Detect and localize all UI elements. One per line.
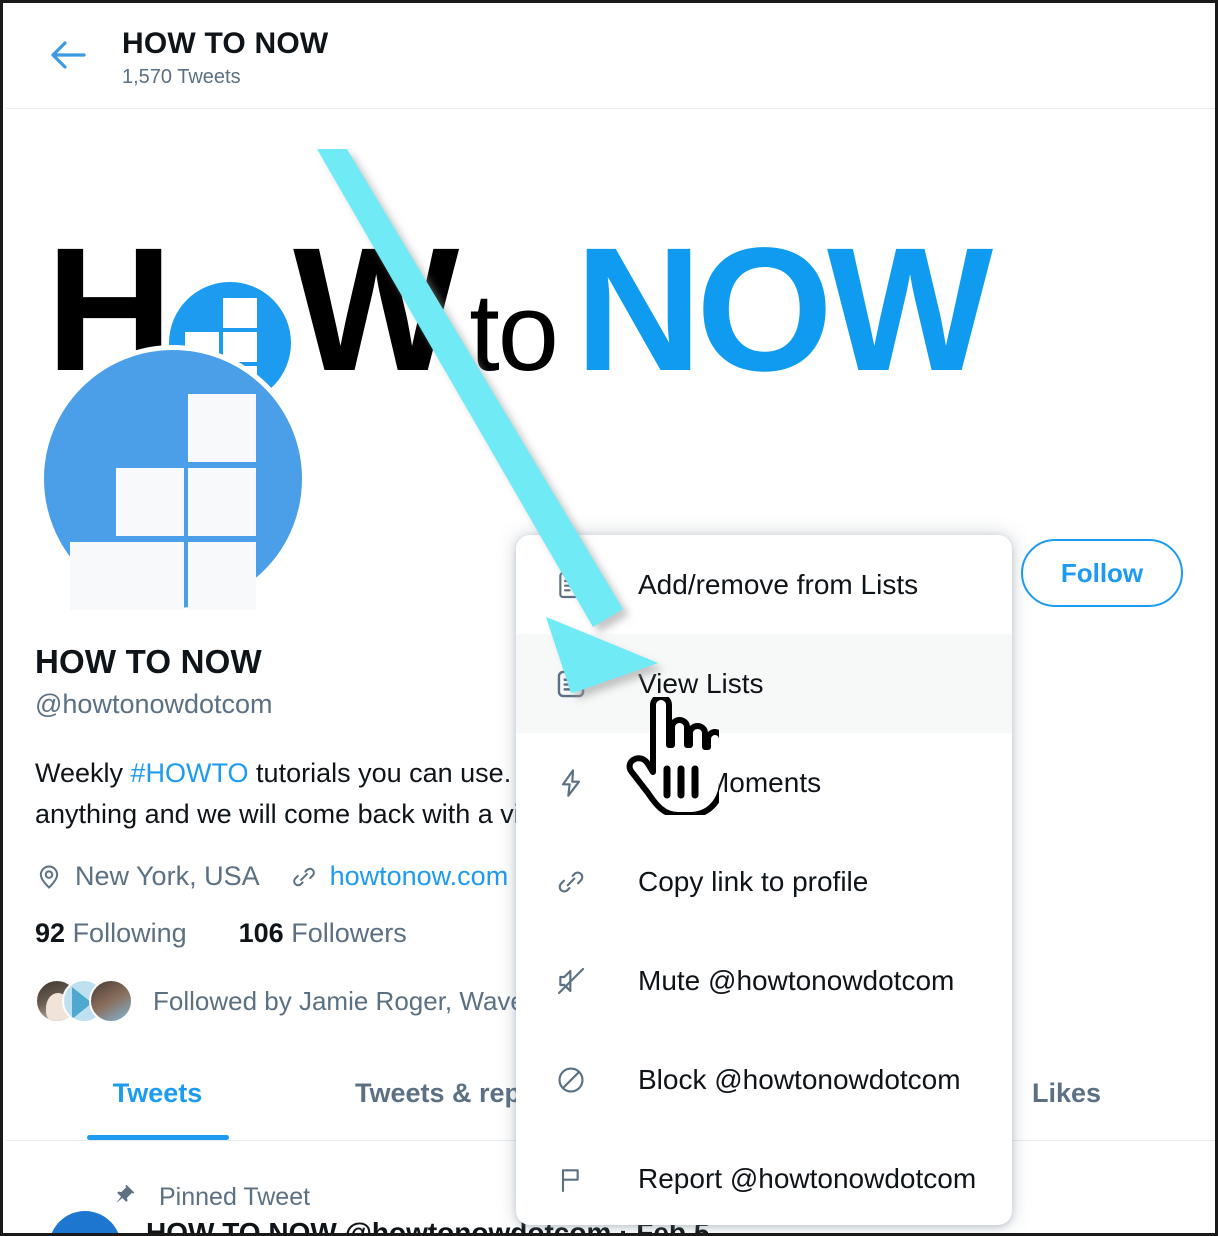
logo-word-now: NOW	[574, 212, 993, 408]
following-count: 92	[35, 918, 66, 949]
twitter-profile-screenshot: HOW TO NOW 1,570 Tweets H W to NOW Follo…	[0, 0, 1218, 1236]
follower-avatar-3	[89, 979, 133, 1024]
menu-item-label: Mute @howtonowdotcom	[638, 964, 955, 996]
menu-item-copy-link[interactable]: Copy link to profile	[516, 832, 1012, 931]
followers-label: Followers	[291, 918, 407, 949]
following-label: Following	[72, 918, 187, 949]
followers-stat[interactable]: 106 Followers	[239, 918, 407, 949]
back-arrow-icon	[50, 39, 86, 76]
menu-item-report[interactable]: Report @howtonowdotcom	[516, 1129, 1012, 1225]
profile-more-menu: Add/remove from Lists View Lists View Mo…	[516, 535, 1012, 1225]
bio-hashtag[interactable]: #HOWTO	[131, 758, 249, 788]
list-add-icon	[552, 566, 590, 604]
profile-avatar-tiles-icon[interactable]	[39, 345, 307, 613]
menu-item-view-lists[interactable]: View Lists	[516, 634, 1012, 733]
followed-by-text: Followed by Jamie Roger, Wave...	[153, 985, 547, 1016]
menu-item-label: Copy link to profile	[638, 865, 869, 897]
mute-icon	[552, 962, 590, 1000]
followers-count: 106	[238, 918, 284, 949]
link-icon	[552, 863, 590, 901]
menu-item-view-moments[interactable]: View Moments	[516, 733, 1012, 832]
profile-location: New York, USA	[75, 861, 260, 892]
report-flag-icon	[552, 1160, 590, 1198]
header-text-block: HOW TO NOW 1,570 Tweets	[122, 26, 328, 89]
follow-button[interactable]: Follow	[1021, 539, 1183, 607]
profile-website-link[interactable]: howtonow.com	[330, 861, 509, 892]
avatar	[35, 979, 133, 1024]
moments-bolt-icon	[552, 764, 590, 802]
link-icon	[290, 863, 318, 891]
pin-icon	[111, 1182, 137, 1213]
menu-item-block[interactable]: Block @howtonowdotcom	[516, 1030, 1012, 1129]
pinned-tweet-label: Pinned Tweet	[159, 1183, 311, 1211]
block-icon	[552, 1061, 590, 1099]
menu-item-label: View Moments	[638, 766, 822, 798]
menu-item-mute[interactable]: Mute @howtonowdotcom	[516, 931, 1012, 1030]
page-header: HOW TO NOW 1,570 Tweets	[6, 6, 1215, 109]
tweet-count: 1,570 Tweets	[122, 65, 241, 88]
menu-item-label: Report @howtonowdotcom	[638, 1162, 977, 1194]
logo-word-to: to	[469, 271, 559, 394]
page-title: HOW TO NOW	[122, 26, 329, 60]
location-pin-icon	[35, 863, 63, 891]
menu-item-label: Block @howtonowdotcom	[638, 1063, 961, 1095]
menu-item-add-remove-lists[interactable]: Add/remove from Lists	[516, 535, 1012, 634]
logo-letter-w: W	[293, 212, 459, 408]
list-icon	[552, 665, 590, 703]
bio-text-line2: anything and we will come back with a vi…	[35, 799, 573, 830]
bio-text-start: Weekly	[35, 758, 131, 788]
menu-item-label: View Lists	[638, 667, 764, 699]
following-stat[interactable]: 92 Following	[35, 918, 187, 949]
tab-tweets[interactable]: Tweets	[6, 1046, 309, 1140]
back-button[interactable]	[40, 29, 96, 85]
menu-item-label: Add/remove from Lists	[638, 568, 919, 600]
